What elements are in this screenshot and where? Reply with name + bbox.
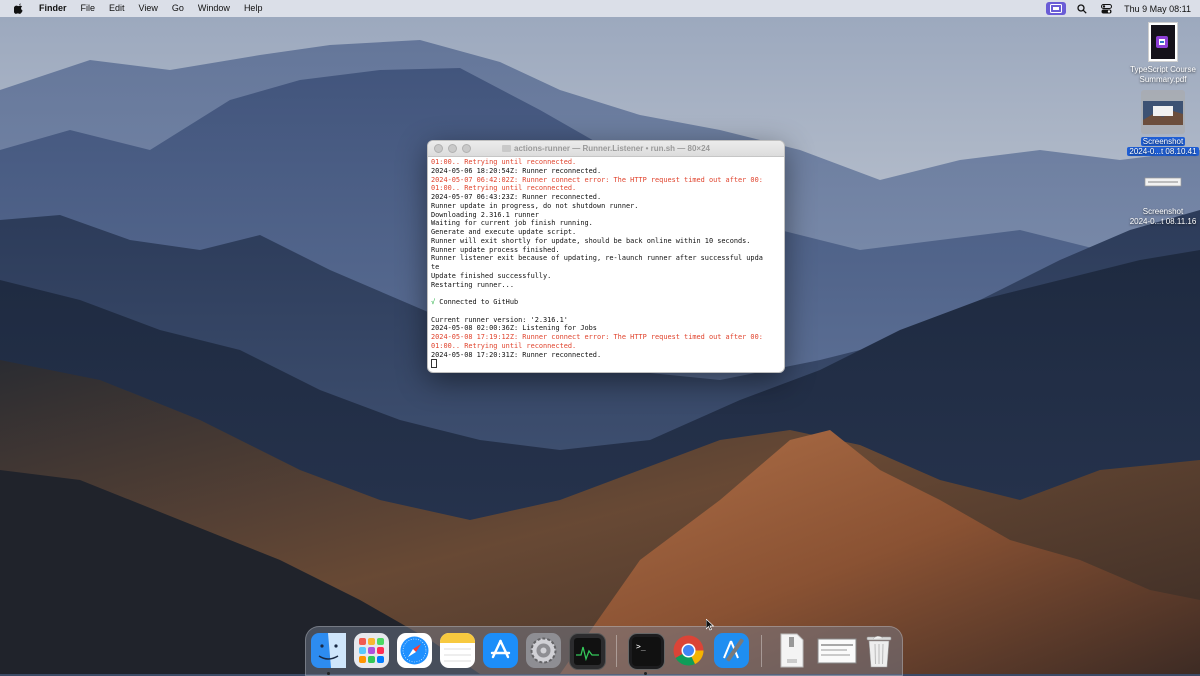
terminal-line-text: Connected to GitHub	[435, 298, 519, 306]
menu-view[interactable]: View	[132, 0, 165, 17]
menu-window[interactable]: Window	[191, 0, 237, 17]
terminal-title: actions-runner — Runner.Listener • run.s…	[514, 144, 710, 153]
dock-finder[interactable]	[311, 633, 346, 668]
terminal-line: Restarting runner...	[431, 280, 514, 289]
chrome-icon	[673, 635, 704, 666]
mouse-pointer-icon	[706, 619, 714, 631]
terminal-icon: >_	[632, 637, 661, 666]
screenshot-thumbnail-icon	[1144, 177, 1182, 187]
menu-app-finder[interactable]: Finder	[37, 0, 74, 17]
screenshot-thumbnail-icon	[817, 638, 857, 663]
finder-icon	[311, 633, 346, 668]
dock-trash[interactable]	[861, 633, 896, 668]
svg-text:>_: >_	[636, 642, 646, 651]
desktop-file-label: Summary.pdf	[1139, 75, 1187, 84]
desktop-file-typescript-pdf[interactable]: TypeScript Course Summary.pdf	[1123, 22, 1200, 85]
dock-launchpad[interactable]	[354, 633, 389, 668]
terminal-line: Runner listener exit because of updating…	[431, 254, 763, 263]
terminal-titlebar[interactable]: actions-runner — Runner.Listener • run.s…	[428, 141, 784, 157]
terminal-line: Runner update in progress, do not shutdo…	[431, 201, 639, 210]
text-cursor-icon	[431, 359, 437, 368]
terminal-line: Update finished successfully.	[431, 271, 552, 280]
menu-help[interactable]: Help	[237, 0, 270, 17]
desktop-file-label: 2024-0...t 08.10.41	[1127, 147, 1199, 156]
screen-recording-icon[interactable]	[1046, 2, 1067, 15]
menu-bar: Finder File Edit View Go Window Help Thu…	[0, 0, 1200, 17]
terminal-line: Runner update process finished.	[431, 245, 560, 254]
terminal-line: 2024-05-07 06:42:02Z: Runner connect err…	[431, 175, 763, 184]
terminal-line: te	[431, 263, 440, 271]
dock-separator	[761, 635, 762, 667]
apple-menu-icon[interactable]	[13, 3, 25, 15]
terminal-line: 2024-05-08 02:00:36Z: Listening for Jobs	[431, 324, 597, 333]
menu-go[interactable]: Go	[165, 0, 191, 17]
dock-screenshot[interactable]	[816, 633, 858, 668]
terminal-line: Downloading 2.316.1 runner	[431, 210, 539, 219]
terminal-window[interactable]: actions-runner — Runner.Listener • run.s…	[427, 140, 785, 373]
dock-xcode[interactable]	[714, 633, 749, 668]
menu-edit[interactable]: Edit	[102, 0, 132, 17]
desktop-file-label: Screenshot	[1140, 137, 1186, 146]
terminal-line: 2024-05-08 17:19:12Z: Runner connect err…	[431, 333, 763, 341]
dock-chrome[interactable]	[671, 633, 706, 668]
xcode-icon	[723, 638, 744, 662]
dock-document[interactable]	[774, 633, 809, 668]
folder-icon	[502, 145, 512, 152]
control-center-icon[interactable]	[1098, 2, 1114, 15]
dock: >_	[305, 626, 903, 676]
terminal-line: 01:00.. Retrying until reconnected.	[431, 341, 577, 350]
notes-icon	[440, 633, 475, 662]
terminal-line: Runner will exit shortly for update, sho…	[431, 236, 751, 245]
document-icon	[780, 633, 803, 668]
terminal-line: √ Connected to GitHub	[431, 298, 781, 307]
dock-safari[interactable]	[397, 633, 432, 668]
menu-clock[interactable]: Thu 9 May 08:11	[1118, 4, 1200, 14]
system-settings-icon	[530, 637, 557, 664]
desktop-file-label: Screenshot	[1142, 207, 1184, 216]
terminal-prompt[interactable]	[431, 359, 781, 368]
dock-separator	[616, 635, 617, 667]
dock-terminal[interactable]: >_	[628, 633, 665, 670]
trash-icon	[866, 635, 891, 667]
menu-file[interactable]: File	[74, 0, 103, 17]
terminal-line: Current runner version: '2.316.1'	[431, 315, 568, 324]
terminal-line: 2024-05-07 06:43:23Z: Runner reconnected…	[431, 193, 602, 201]
dock-activity-monitor[interactable]	[569, 633, 606, 670]
dock-app-store[interactable]	[483, 633, 518, 668]
terminal-line: Generate and execute update script.	[431, 228, 577, 236]
terminal-line: 01:00.. Retrying until reconnected.	[431, 158, 577, 166]
terminal-line: 2024-05-08 17:20:31Z: Runner reconnected…	[431, 350, 602, 359]
dock-system-settings[interactable]	[526, 633, 561, 668]
safari-icon	[400, 636, 429, 665]
desktop-file-screenshot-2[interactable]: Screenshot 2024-0...t 08.11.16	[1123, 174, 1200, 227]
launchpad-icon	[359, 638, 384, 663]
terminal-line: Waiting for current job finish running.	[431, 219, 593, 228]
spotlight-search-icon[interactable]	[1074, 2, 1090, 15]
dock-notes[interactable]	[440, 633, 475, 668]
activity-monitor-icon	[574, 638, 601, 665]
desktop-file-screenshot-1[interactable]: Screenshot 2024-0...t 08.10.41	[1123, 90, 1200, 157]
terminal-line: 2024-05-06 18:20:54Z: Runner reconnected…	[431, 166, 602, 175]
desktop-file-label: 2024-0...t 08.11.16	[1129, 217, 1197, 226]
app-store-icon	[490, 639, 511, 659]
terminal-line: 01:00.. Retrying until reconnected.	[431, 184, 577, 193]
pdf-file-icon	[1148, 22, 1178, 62]
terminal-output[interactable]: 01:00.. Retrying until reconnected. 2024-…	[428, 157, 784, 368]
desktop-file-label: TypeScript Course	[1130, 65, 1196, 74]
screenshot-thumbnail-icon	[1143, 101, 1183, 125]
